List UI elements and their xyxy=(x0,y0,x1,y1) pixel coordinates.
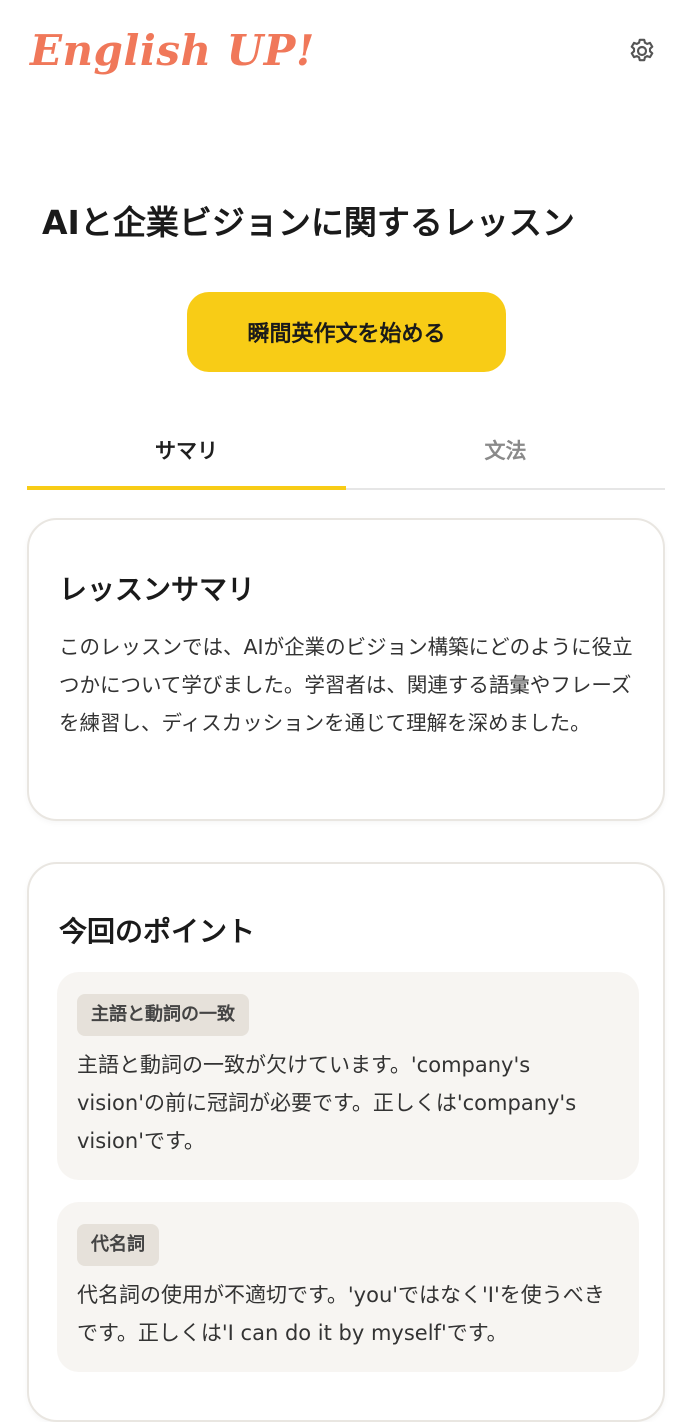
point-tag: 代名詞 xyxy=(77,1224,159,1266)
points-card: 今回のポイント 主語と動詞の一致 主語と動詞の一致が欠けています。'compan… xyxy=(27,862,665,1422)
app-logo[interactable]: English UP! xyxy=(30,26,315,75)
gear-icon xyxy=(630,38,654,62)
point-text: 代名詞の使用が不適切です。'you'ではなく'I'を使うべきです。正しくは'I … xyxy=(77,1283,605,1345)
tab-bar: サマリ 文法 xyxy=(27,416,665,490)
tab-summary[interactable]: サマリ xyxy=(27,416,346,490)
summary-text: このレッスンでは、AIが企業のビジョン構築にどのように役立つかについて学びました… xyxy=(59,635,633,735)
summary-card: レッスンサマリ このレッスンでは、AIが企業のビジョン構築にどのように役立つかに… xyxy=(27,518,665,821)
app-header: English UP! xyxy=(0,0,690,110)
summary-heading: レッスンサマリ xyxy=(59,573,256,606)
points-heading: 今回のポイント xyxy=(59,915,256,948)
start-composition-button[interactable]: 瞬間英作文を始める xyxy=(187,292,506,372)
point-tag: 主語と動詞の一致 xyxy=(77,994,249,1036)
point-item: 主語と動詞の一致 主語と動詞の一致が欠けています。'company's visi… xyxy=(57,972,639,1180)
tab-grammar[interactable]: 文法 xyxy=(346,416,665,488)
lesson-title: AIと企業ビジョンに関するレッスン xyxy=(42,203,575,242)
point-item: 代名詞 代名詞の使用が不適切です。'you'ではなく'I'を使うべきです。正しく… xyxy=(57,1202,639,1372)
settings-button[interactable] xyxy=(624,33,660,69)
point-text: 主語と動詞の一致が欠けています。'company's vision'の前に冠詞が… xyxy=(77,1053,577,1153)
